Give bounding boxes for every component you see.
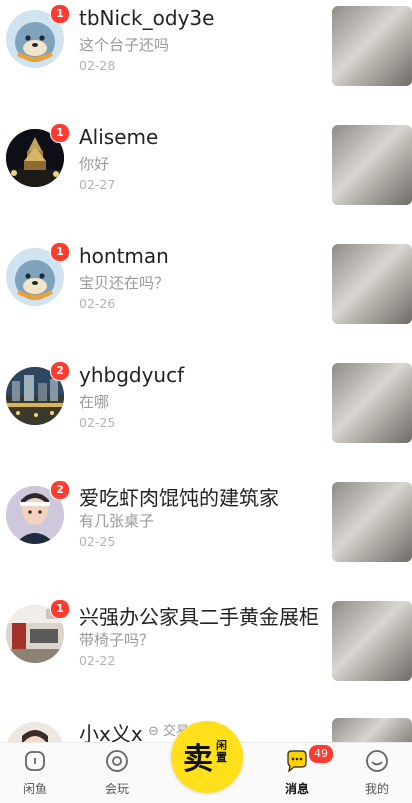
tab-home[interactable]: 闲鱼	[0, 743, 70, 803]
item-thumbnail[interactable]	[332, 363, 412, 443]
sell-sublabel: 闲置	[216, 739, 227, 764]
contact-name: yhbgdyucf	[79, 363, 185, 387]
message-date: 02-26	[79, 296, 116, 311]
chat-bubble-icon	[285, 749, 309, 773]
message-date: 02-25	[79, 415, 116, 430]
avatar[interactable]: 1	[6, 4, 70, 68]
contact-name: 兴强办公家具二手黄金展柜	[79, 605, 319, 629]
unread-badge: 2	[50, 480, 70, 500]
contact-name: Aliseme	[79, 125, 159, 149]
item-thumbnail[interactable]	[332, 718, 412, 742]
avatar[interactable]	[6, 722, 64, 742]
unread-badge: 2	[50, 361, 70, 381]
conversation-item[interactable]: 1 hontman 宝贝还在吗？ 02-26	[0, 238, 412, 356]
tab-play[interactable]: 会玩	[82, 743, 152, 803]
avatar[interactable]: 2	[6, 361, 70, 425]
tab-mine-label: 我的	[364, 782, 389, 796]
unread-badge: 1	[50, 4, 70, 24]
last-message: 这个台子还吗	[79, 36, 170, 54]
item-thumbnail[interactable]	[332, 125, 412, 205]
person-avatar-icon	[6, 722, 64, 742]
message-date: 02-28	[79, 58, 116, 73]
contact-name: hontman	[79, 244, 169, 268]
avatar[interactable]: 1	[6, 123, 70, 187]
last-message: 你好	[79, 155, 110, 173]
conversation-item[interactable]: 2 爱吃虾肉馄饨的建筑家 有几张桌子 02-25	[0, 476, 412, 594]
item-thumbnail[interactable]	[332, 244, 412, 324]
conversation-list: 1 tbNick_ody3e 这个台子还吗 02-28 1 Aliseme 你好…	[0, 0, 412, 742]
contact-name: tbNick_ody3e	[79, 6, 215, 30]
item-thumbnail[interactable]	[332, 482, 412, 562]
messages-badge: 49	[308, 744, 334, 764]
avatar[interactable]: 1	[6, 599, 70, 663]
last-message: 宝贝还在吗？	[79, 274, 170, 292]
smile-icon	[365, 749, 389, 773]
avatar[interactable]: 2	[6, 480, 70, 544]
sell-label: 卖	[183, 742, 213, 777]
contact-name: 爱吃虾肉馄饨的建筑家	[79, 486, 279, 510]
conversation-item[interactable]: 1 tbNick_ody3e 这个台子还吗 02-28	[0, 0, 412, 118]
home-icon	[23, 749, 47, 773]
last-message: 带椅子吗？	[79, 631, 155, 649]
last-message: 有几张桌子	[79, 512, 155, 530]
unread-badge: 1	[50, 242, 70, 262]
item-thumbnail[interactable]	[332, 6, 412, 86]
message-date: 02-27	[79, 177, 116, 192]
tab-home-label: 闲鱼	[22, 782, 47, 796]
sell-button[interactable]: 卖 闲置	[171, 721, 243, 793]
message-date: 02-22	[79, 653, 116, 668]
item-thumbnail[interactable]	[332, 601, 412, 681]
avatar[interactable]: 1	[6, 242, 70, 306]
contact-name: 小x义x	[79, 722, 143, 742]
unread-badge: 1	[50, 123, 70, 143]
tab-play-label: 会玩	[104, 782, 129, 796]
tab-messages-label: 消息	[284, 782, 309, 796]
unread-badge: 1	[50, 599, 70, 619]
conversation-item[interactable]: 2 yhbgdyucf 在哪 02-25	[0, 357, 412, 475]
target-icon	[105, 749, 129, 773]
conversation-item[interactable]: 1 Aliseme 你好 02-27	[0, 119, 412, 237]
conversation-item[interactable]: 1 兴强办公家具二手黄金展柜 带椅子吗？ 02-22	[0, 595, 412, 713]
message-date: 02-25	[79, 534, 116, 549]
tab-mine[interactable]: 我的	[342, 743, 412, 803]
last-message: 在哪	[79, 393, 110, 411]
